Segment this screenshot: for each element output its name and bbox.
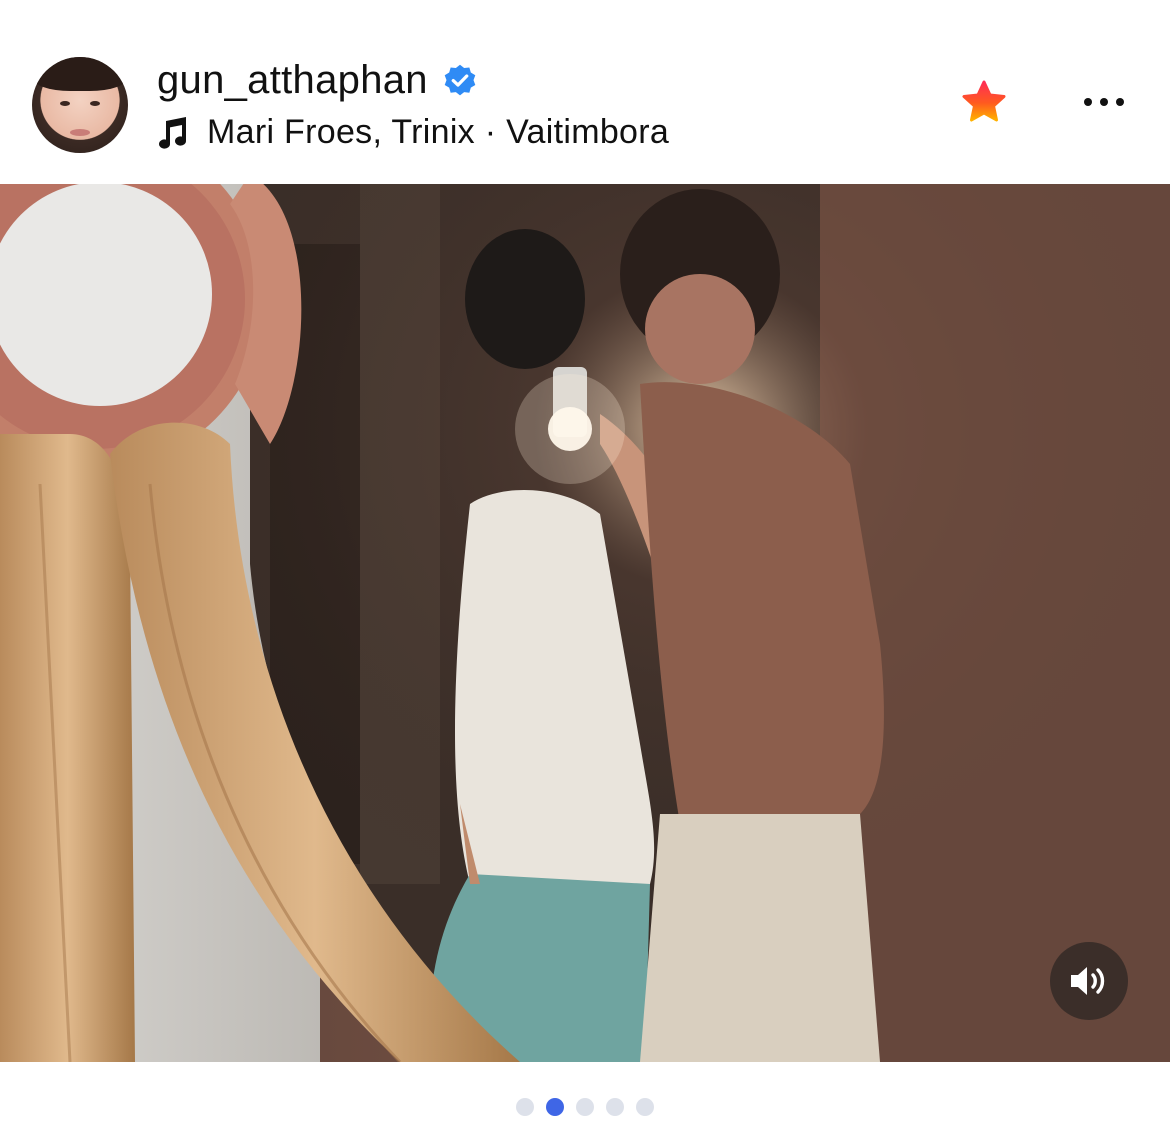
verified-badge-icon	[444, 64, 476, 95]
post-header: gun_atthaphan Mari Froes, Trinix · Vaiti…	[0, 0, 1170, 184]
more-options-icon-dot	[1084, 98, 1092, 106]
post-media[interactable]	[0, 184, 1170, 1062]
carousel-indicator	[0, 1096, 1170, 1118]
carousel-dot[interactable]	[636, 1098, 654, 1116]
avatar-mouth	[70, 129, 90, 136]
carousel-dot[interactable]	[516, 1098, 534, 1116]
sound-toggle-button[interactable]	[1050, 942, 1128, 1020]
star-icon	[962, 80, 1006, 122]
username-row: gun_atthaphan	[157, 58, 478, 103]
username[interactable]: gun_atthaphan	[157, 58, 428, 103]
more-options-icon-dot	[1116, 98, 1124, 106]
favorite-button[interactable]	[958, 78, 1010, 128]
music-row[interactable]: Mari Froes, Trinix · Vaitimbora	[157, 113, 669, 152]
avatar-eye-right	[90, 101, 100, 106]
avatar[interactable]	[32, 57, 128, 153]
music-note-icon	[159, 116, 187, 149]
avatar-hair	[32, 57, 128, 91]
avatar-eye-left	[60, 101, 70, 106]
post-photo	[0, 184, 1170, 1062]
carousel-dot[interactable]	[606, 1098, 624, 1116]
speaker-icon	[1071, 967, 1105, 995]
more-options-icon-dot	[1100, 98, 1108, 106]
more-options-button[interactable]	[1078, 88, 1130, 116]
carousel-dot-active[interactable]	[546, 1098, 564, 1116]
music-label: Mari Froes, Trinix · Vaitimbora	[207, 113, 670, 151]
carousel-dot[interactable]	[576, 1098, 594, 1116]
